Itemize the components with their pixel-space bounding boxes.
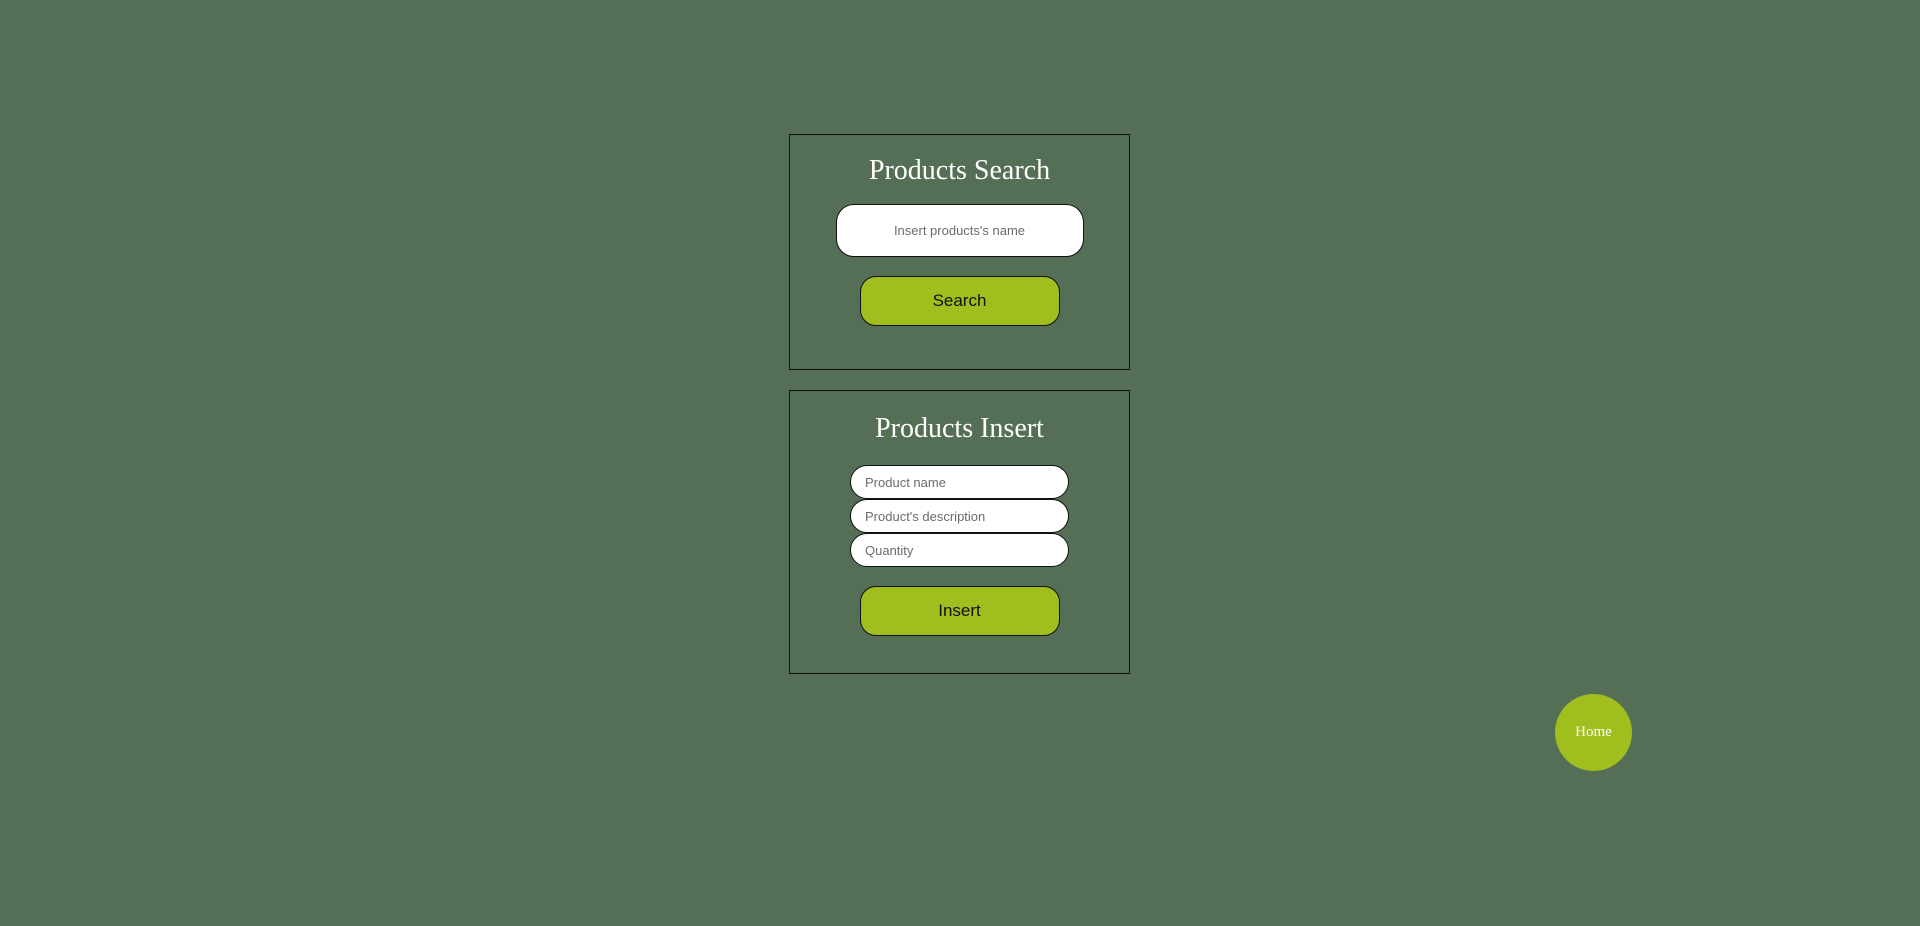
home-button[interactable]: Home: [1555, 694, 1632, 771]
insert-form-fields: [790, 465, 1129, 567]
product-description-input[interactable]: [850, 499, 1069, 533]
page: Products Search Search Products Insert I…: [0, 0, 1920, 926]
products-insert-title: Products Insert: [875, 413, 1044, 444]
products-search-panel: Products Search Search: [789, 134, 1130, 370]
insert-button[interactable]: Insert: [859, 586, 1060, 636]
products-search-title: Products Search: [868, 155, 1051, 186]
product-quantity-input[interactable]: [850, 533, 1069, 567]
product-search-input[interactable]: [835, 204, 1084, 257]
search-button[interactable]: Search: [859, 276, 1060, 326]
product-name-input[interactable]: [850, 465, 1069, 499]
products-insert-panel: Products Insert Insert: [789, 390, 1130, 674]
